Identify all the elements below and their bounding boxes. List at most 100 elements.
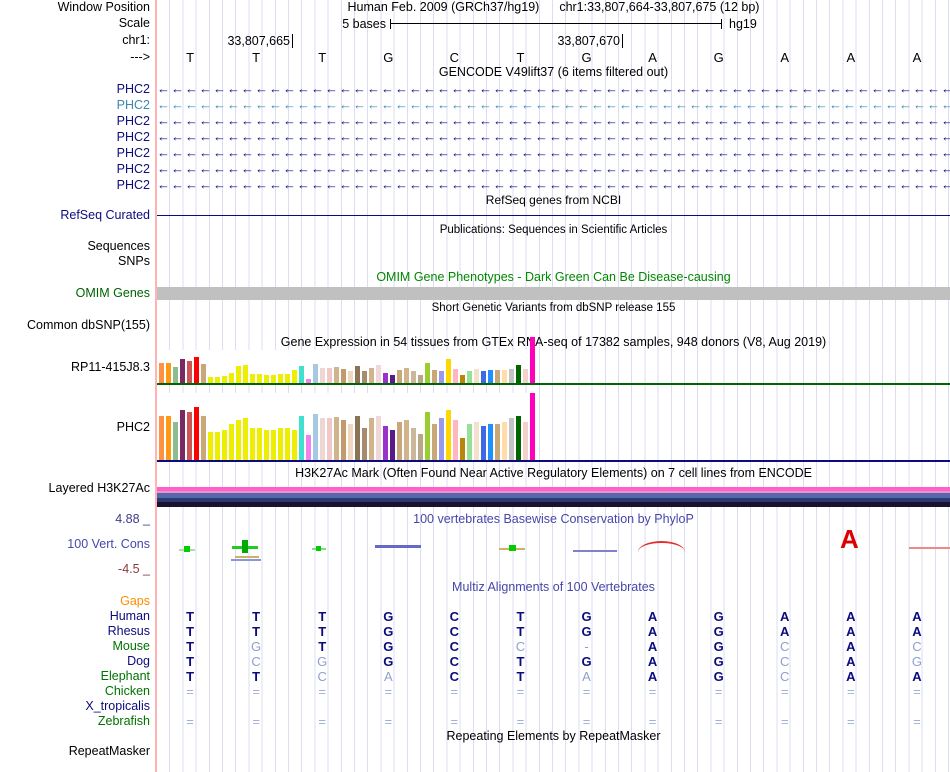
alignment-base: C	[780, 639, 790, 654]
track-label-dog[interactable]: Dog	[0, 654, 157, 669]
tissue-bar	[278, 428, 283, 460]
base-letter: T	[186, 50, 195, 65]
alignment-base	[355, 594, 421, 609]
multiz-row-dog: Dog T C G G C T G A G C A G	[0, 654, 950, 669]
tissue-bar	[397, 370, 402, 383]
chart-baseline	[157, 460, 950, 462]
tissue-bar	[278, 374, 283, 383]
track-label-omim-genes[interactable]: OMIM Genes	[0, 286, 157, 302]
track-label-repeatmasker[interactable]: RepeatMasker	[0, 744, 157, 759]
publications-title[interactable]: Publications: Sequences in Scientific Ar…	[157, 224, 950, 239]
alignment-base	[818, 699, 884, 714]
track-label-zebrafish[interactable]: Zebrafish	[0, 714, 157, 729]
alignment-track: = = = = = = = = = = = =	[157, 684, 950, 699]
track-label-common-dbsnp[interactable]: Common dbSNP(155)	[0, 318, 157, 335]
track-label-mouse[interactable]: Mouse	[0, 639, 157, 654]
gene-exon-arrows[interactable]: ←←←←←←←←←←←←←←←←←←←←←←←←←←←←←←←←←←←←←←←←…	[157, 161, 950, 177]
track-label-gaps[interactable]: Gaps	[0, 594, 157, 609]
tissue-bar	[425, 412, 430, 460]
alignment-base: C	[317, 669, 327, 684]
alignment-base: T	[186, 669, 195, 684]
alignment-base: G	[383, 654, 394, 669]
multiz-title[interactable]: Multiz Alignments of 100 Vertebrates	[157, 580, 950, 594]
alignment-base: =	[516, 714, 525, 729]
tissue-bar	[411, 371, 416, 383]
track-label-rp11-415j8-3[interactable]: RP11-415J8.3	[0, 360, 157, 374]
omim-title[interactable]: OMIM Gene Phenotypes - Dark Green Can Be…	[157, 270, 950, 286]
track-label-refseq-curated[interactable]: RefSeq Curated	[0, 208, 157, 224]
h3k27ac-layered-band[interactable]	[157, 487, 950, 507]
track-label-gene[interactable]: PHC2	[0, 145, 157, 161]
gtex-expression-bars-phc2[interactable]	[157, 391, 950, 462]
tissue-bar	[376, 365, 381, 383]
conservation-min-value: -4.5 _	[118, 562, 150, 576]
tissue-bar	[453, 369, 458, 383]
track-label-gene[interactable]: PHC2	[0, 177, 157, 193]
dbsnp-title[interactable]: Short Genetic Variants from dbSNP releas…	[157, 302, 950, 318]
tissue-bar	[320, 418, 325, 460]
repeatmasker-title[interactable]: Repeating Elements by RepeatMasker	[157, 729, 950, 744]
track-label-gene[interactable]: PHC2	[0, 97, 157, 113]
gene-exon-arrows[interactable]: ←←←←←←←←←←←←←←←←←←←←←←←←←←←←←←←←←←←←←←←←…	[157, 177, 950, 193]
alignment-base: G	[251, 639, 262, 654]
track-label-elephant[interactable]: Elephant	[0, 669, 157, 684]
multiz-row-gaps: Gaps	[0, 594, 950, 609]
track-label-phc2-gtex[interactable]: PHC2	[0, 420, 157, 434]
strand-label[interactable]: --->	[0, 50, 157, 65]
tissue-bar	[460, 438, 465, 460]
gene-exon-arrows[interactable]: ←←←←←←←←←←←←←←←←←←←←←←←←←←←←←←←←←←←←←←←←…	[157, 81, 950, 97]
gene-exon-arrows[interactable]: ←←←←←←←←←←←←←←←←←←←←←←←←←←←←←←←←←←←←←←←←…	[157, 129, 950, 145]
gtex-expression-bars-rp11[interactable]	[157, 337, 950, 385]
alignment-base: T	[252, 609, 261, 624]
alignment-base	[686, 594, 752, 609]
conservation-wiggle[interactable]: 100 vertebrates Basewise Conservation by…	[157, 512, 950, 576]
refseq-gene-line[interactable]	[157, 215, 950, 216]
gene-exon-arrows[interactable]: ←←←←←←←←←←←←←←←←←←←←←←←←←←←←←←←←←←←←←←←←…	[157, 145, 950, 161]
tissue-bar	[159, 416, 164, 460]
track-label-sequences[interactable]: Sequences	[0, 239, 157, 254]
h3k27ac-title[interactable]: H3K27Ac Mark (Often Found Near Active Re…	[157, 466, 950, 481]
track-label-x_tropicalis[interactable]: X_tropicalis	[0, 699, 157, 714]
tissue-bar	[495, 370, 500, 383]
alignment-base: =	[516, 684, 525, 699]
tissue-bar	[215, 432, 220, 460]
alignment-base: A	[912, 669, 922, 684]
gencode-gene-row: PHC2 ←←←←←←←←←←←←←←←←←←←←←←←←←←←←←←←←←←←←…	[0, 161, 950, 177]
gene-exon-arrows[interactable]: ←←←←←←←←←←←←←←←←←←←←←←←←←←←←←←←←←←←←←←←←…	[157, 97, 950, 113]
track-label-100-vert-cons[interactable]: 100 Vert. Cons	[0, 537, 150, 551]
gene-exon-arrows[interactable]: ←←←←←←←←←←←←←←←←←←←←←←←←←←←←←←←←←←←←←←←←…	[157, 113, 950, 129]
gencode-title[interactable]: GENCODE V49lift37 (6 items filtered out)	[157, 65, 950, 81]
refseq-title[interactable]: RefSeq genes from NCBI	[157, 193, 950, 208]
alignment-base: G	[581, 654, 592, 669]
alignment-base	[620, 594, 686, 609]
track-label-layered-h3k27ac[interactable]: Layered H3K27Ac	[0, 481, 157, 512]
alignment-base: =	[648, 684, 657, 699]
track-label-gene[interactable]: PHC2	[0, 161, 157, 177]
tissue-bar	[173, 422, 178, 460]
tissue-bar	[488, 424, 493, 460]
track-label-rhesus[interactable]: Rhesus	[0, 624, 157, 639]
alignment-track: TCGGCTGAGCAG	[157, 654, 950, 669]
track-label-gene[interactable]: PHC2	[0, 129, 157, 145]
tissue-bar	[334, 367, 339, 383]
conservation-mark	[184, 546, 190, 552]
coordinate-right: 33,807,670	[157, 34, 623, 48]
alignment-base: C	[449, 609, 460, 624]
alignment-base: =	[714, 714, 723, 729]
tissue-bar	[369, 418, 374, 460]
gtex-title[interactable]: Gene Expression in 54 tissues from GTEx …	[157, 335, 950, 349]
alignment-base: =	[384, 684, 393, 699]
alignment-base: T	[186, 639, 195, 654]
track-label-gene[interactable]: PHC2	[0, 81, 157, 97]
tissue-bar	[299, 416, 304, 460]
track-label-snps[interactable]: SNPs	[0, 254, 157, 270]
alignment-base: =	[582, 684, 591, 699]
alignment-base: A	[846, 669, 856, 684]
track-label-gene[interactable]: PHC2	[0, 113, 157, 129]
conservation-title[interactable]: 100 vertebrates Basewise Conservation by…	[157, 512, 950, 526]
omim-gene-bar[interactable]	[157, 287, 950, 300]
tissue-bar	[495, 424, 500, 460]
tissue-bar	[271, 430, 276, 460]
track-label-human[interactable]: Human	[0, 609, 157, 624]
track-label-chicken[interactable]: Chicken	[0, 684, 157, 699]
